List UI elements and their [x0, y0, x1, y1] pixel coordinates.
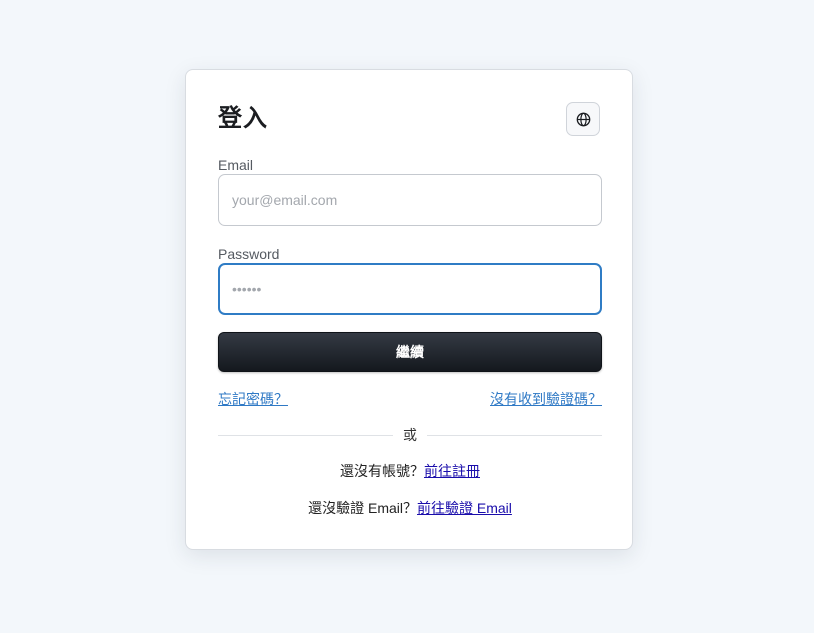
resend-code-link[interactable]: 沒有收到驗證碼？	[490, 389, 602, 409]
register-prompt: 還沒有帳號？前往註冊	[218, 461, 602, 481]
verify-prompt: 還沒驗證 Email？前往驗證 Email	[218, 498, 602, 518]
password-label: Password	[218, 246, 280, 262]
divider-line-right	[427, 434, 602, 436]
or-label: 或	[403, 427, 417, 443]
verify-prompt-text: 還沒驗證 Email？	[308, 500, 417, 516]
email-label: Email	[218, 157, 254, 173]
or-divider: 或	[218, 425, 602, 445]
email-input[interactable]	[218, 174, 602, 226]
verify-email-link[interactable]: 前往驗證 Email	[417, 500, 512, 516]
help-links: 忘記密碼？ 沒有收到驗證碼？	[218, 389, 602, 409]
page-title: 登入	[218, 105, 268, 132]
register-prompt-text: 還沒有帳號？	[340, 463, 424, 479]
forgot-password-link[interactable]: 忘記密碼？	[218, 389, 288, 409]
language-button[interactable]	[566, 102, 600, 136]
register-link[interactable]: 前往註冊	[424, 463, 480, 479]
globe-icon	[576, 112, 590, 126]
divider-line-left	[218, 434, 393, 436]
password-input[interactable]	[218, 263, 602, 315]
continue-button[interactable]: 繼續	[218, 332, 602, 372]
login-card: 登入 Email Password 繼續 忘記密碼？ 沒有收到驗證碼？ 或 還沒…	[185, 69, 633, 550]
